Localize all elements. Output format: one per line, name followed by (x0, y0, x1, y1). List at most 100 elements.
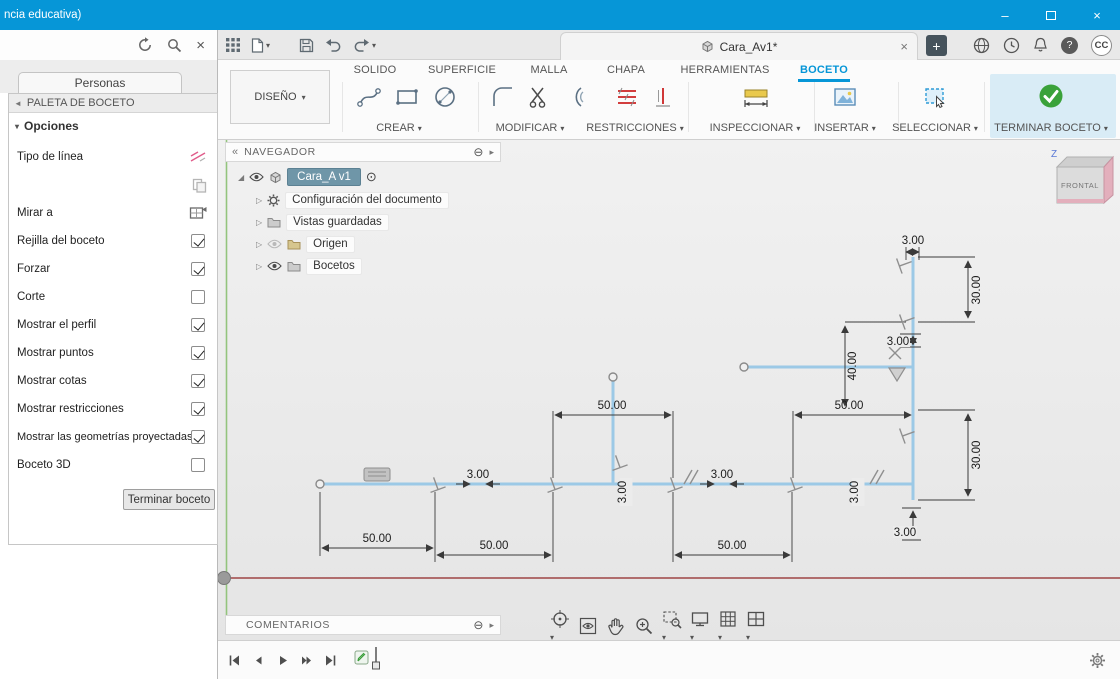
viewports-tool[interactable]: ▾ (746, 609, 766, 640)
group-terminar-boceto[interactable]: TERMINAR BOCETO ▾ (994, 122, 1108, 134)
navigator-item-label[interactable]: Origen (306, 235, 355, 253)
zoom-tool[interactable] (634, 616, 654, 636)
panel-options-icon[interactable]: ⊖ (473, 618, 483, 632)
user-avatar[interactable]: CC (1091, 34, 1112, 56)
ribbon-tab-malla[interactable]: MALLA (530, 64, 567, 76)
extensions-globe-icon[interactable] (973, 37, 990, 54)
trim-scissors-icon[interactable] (526, 84, 552, 110)
design-workspace-menu[interactable]: DISEÑO ▾ (230, 70, 330, 124)
dimensions-checkbox[interactable] (191, 374, 205, 388)
file-menu[interactable]: ▾ (251, 37, 270, 53)
constraints-checkbox[interactable] (191, 402, 205, 416)
palette-row-grid[interactable]: Rejilla del boceto (9, 227, 217, 255)
refresh-icon[interactable] (137, 37, 153, 53)
group-restricciones[interactable]: RESTRICCIONES ▾ (586, 122, 683, 134)
visibility-eye-icon[interactable] (267, 261, 282, 271)
navigator-item-origin[interactable]: ▷ Origen (256, 234, 355, 254)
collapsed-arrow-icon[interactable]: ▷ (256, 218, 262, 227)
palette-row-constraints[interactable]: Mostrar restricciones (9, 395, 217, 423)
origin-point[interactable] (218, 571, 231, 585)
ribbon-tab-solido[interactable]: SOLIDO (354, 64, 397, 76)
collapsed-arrow-icon[interactable]: ▷ (256, 262, 262, 271)
grid-checkbox[interactable] (191, 234, 205, 248)
sketch-3d-checkbox[interactable] (191, 458, 205, 472)
finish-sketch-button[interactable]: Terminar boceto (123, 489, 215, 510)
navigator-item-saved-views[interactable]: ▷ Vistas guardadas (256, 212, 389, 232)
select-window-icon[interactable] (922, 84, 948, 110)
navigator-item-label[interactable]: Bocetos (306, 257, 362, 275)
go-to-start-button[interactable] (228, 654, 241, 667)
navigator-root-row[interactable]: ◢ Cara_A v1 ⊙ (238, 167, 377, 187)
circle-tool-icon[interactable] (432, 84, 458, 110)
snap-checkbox[interactable] (191, 262, 205, 276)
measure-tool-icon[interactable] (742, 84, 770, 110)
app-grid-icon[interactable] (226, 38, 240, 52)
palette-row-snap[interactable]: Forzar (9, 255, 217, 283)
view-cube[interactable]: Z FRONTAL (1045, 143, 1120, 218)
vertical-constraint-icon[interactable] (650, 84, 676, 110)
constraint-glyphs[interactable] (363, 253, 919, 494)
palette-row-profile[interactable]: Mostrar el perfil (9, 311, 217, 339)
palette-row-line-type[interactable]: Tipo de línea (9, 143, 217, 171)
fillet-tool-icon[interactable] (490, 84, 516, 110)
maximize-button[interactable] (1028, 0, 1074, 30)
visibility-eye-icon[interactable] (249, 172, 264, 182)
collapsed-arrow-icon[interactable]: ▷ (256, 240, 262, 249)
ribbon-tab-superficie[interactable]: SUPERFICIE (428, 64, 496, 76)
go-to-end-button[interactable] (324, 654, 337, 667)
sketch-palette-header[interactable]: ◄ PALETA DE BOCETO (9, 94, 217, 113)
palette-row-points[interactable]: Mostrar puntos (9, 339, 217, 367)
search-icon[interactable] (167, 38, 182, 53)
navigator-root-label[interactable]: Cara_A v1 (287, 168, 361, 186)
palette-row-construction[interactable] (9, 171, 217, 199)
palette-row-look-at[interactable]: Mirar a (9, 199, 217, 227)
look-at-tool[interactable] (578, 616, 598, 636)
timeline-settings-gear-icon[interactable] (1089, 652, 1106, 669)
cube-top-face[interactable] (1055, 156, 1115, 168)
points-checkbox[interactable] (191, 346, 205, 360)
look-at-icon[interactable] (189, 206, 207, 220)
panel-options-icon[interactable]: ⊖ (473, 145, 483, 159)
group-seleccionar[interactable]: SELECCIONAR ▾ (892, 122, 978, 134)
palette-row-3d-sketch[interactable]: Boceto 3D (9, 451, 217, 479)
close-panel-icon[interactable]: × (196, 38, 205, 53)
navigator-panel-header[interactable]: « NAVEGADOR ⊖ ▸ (225, 142, 501, 162)
group-crear[interactable]: CREAR ▾ (376, 122, 422, 134)
cube-bottom-edge[interactable] (1057, 199, 1104, 203)
tab-personas[interactable]: Personas (18, 72, 182, 93)
step-back-button[interactable] (252, 654, 265, 667)
document-tab[interactable]: Cara_Av1* × (560, 32, 918, 60)
collapsed-arrow-icon[interactable]: ▷ (256, 196, 262, 205)
step-forward-button[interactable] (300, 654, 313, 667)
palette-row-dimensions[interactable]: Mostrar cotas (9, 367, 217, 395)
palette-row-projected[interactable]: Mostrar las geometrías proyectadas (9, 423, 217, 451)
group-inspeccionar[interactable]: INSPECCIONAR ▾ (710, 122, 801, 134)
rectangle-tool-icon[interactable] (394, 84, 420, 110)
notifications-bell-icon[interactable] (1033, 37, 1048, 53)
offset-tool-icon[interactable] (562, 84, 588, 110)
construction-icon[interactable] (192, 178, 207, 193)
profile-checkbox[interactable] (191, 318, 205, 332)
expanded-arrow-icon[interactable]: ◢ (238, 173, 244, 182)
zoom-window-tool[interactable]: ▾ (662, 609, 682, 640)
navigator-item-doc-settings[interactable]: ▷ Configuración del documento (256, 190, 449, 210)
new-tab-button[interactable]: + (926, 35, 947, 56)
insert-image-icon[interactable] (832, 84, 858, 110)
redo-icon[interactable]: ▾ (353, 38, 376, 52)
horizontal-constraint-icon[interactable] (614, 84, 640, 110)
slice-checkbox[interactable] (191, 290, 205, 304)
comments-panel-header[interactable]: COMENTARIOS ⊖ ▸ (225, 615, 501, 635)
display-settings-tool[interactable]: ▾ (690, 609, 710, 640)
help-button[interactable]: ? (1061, 36, 1078, 54)
dimension-lines[interactable] (321, 248, 972, 559)
close-tab-icon[interactable]: × (900, 39, 908, 54)
undo-icon[interactable] (325, 38, 342, 52)
grid-settings-tool[interactable]: ▾ (718, 609, 738, 640)
group-insertar[interactable]: INSERTAR ▾ (814, 122, 876, 134)
ribbon-tab-chapa[interactable]: CHAPA (607, 64, 645, 76)
model-canvas[interactable]: 50.00 50.00 50.00 50.00 50.00 40.00 30.0… (218, 140, 1120, 640)
timeline-position-marker[interactable] (371, 647, 381, 671)
expand-right-icon[interactable]: ▸ (489, 147, 494, 158)
line-tool-icon[interactable] (356, 84, 382, 110)
projected-checkbox[interactable] (191, 430, 205, 444)
